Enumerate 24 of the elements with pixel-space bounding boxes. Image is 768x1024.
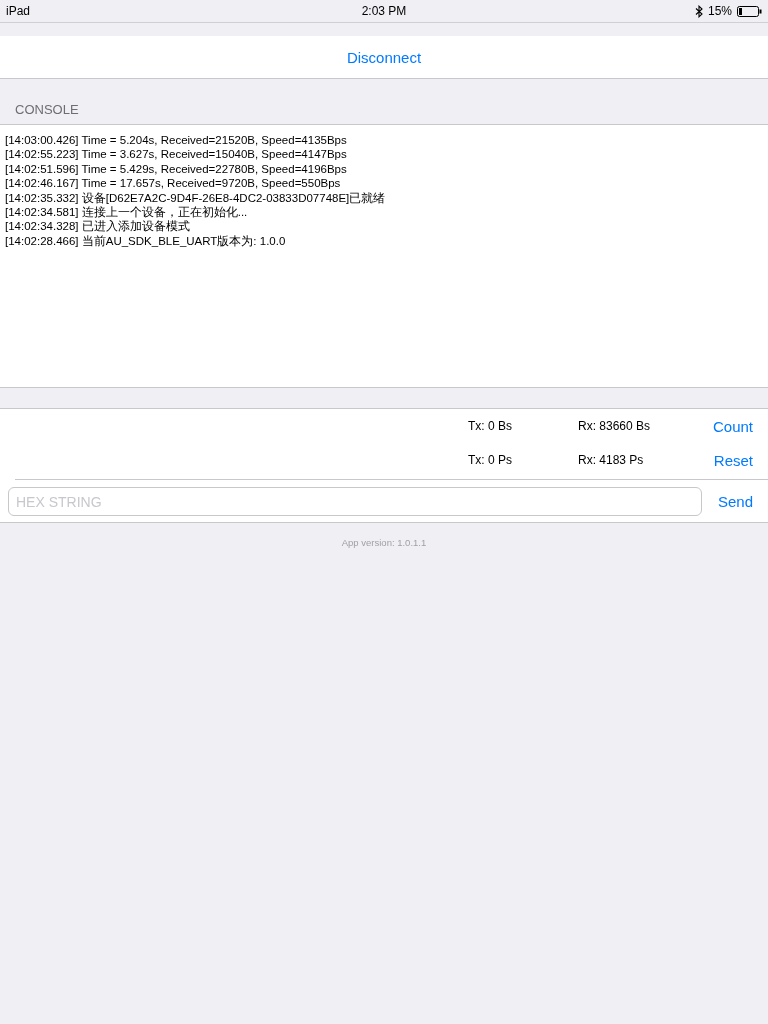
log-line: [14:02:51.596] Time = 5.429s, Received=22780B, Speed=4196Bps (5, 161, 348, 177)
send-button[interactable]: Send (717, 491, 753, 512)
log-line: [14:02:34.581] 连接上一个设备，正在初始化... (5, 205, 249, 220)
log-line: [14:03:00.426] Time = 5.204s, Received=21520B, Speed=4135Bps (5, 133, 348, 148)
tx-stat: Tx: 0 Ps (468, 453, 513, 467)
battery-percent: 15% (707, 4, 732, 18)
stat-button[interactable]: Count (712, 415, 753, 437)
battery-icon (737, 5, 762, 17)
log-line: [14:02:34.328] 已进入添加设备模式 (5, 219, 191, 234)
stat-button[interactable]: Reset (713, 449, 753, 471)
section-header: CONSOLE (15, 102, 79, 117)
log-line: [14:02:46.167] Time = 17.657s, Received=9720B, Speed=550Bps (5, 176, 342, 191)
hex-input-field[interactable]: HEX STRING (8, 487, 702, 516)
clock: 2:03 PM (361, 4, 407, 18)
device-name: iPad (6, 4, 31, 18)
log-line: [14:02:35.332] 设备[D62E7A2C-9D4F-26E8-4DC2-03833D07748E]已就绪 (5, 190, 387, 206)
bluetooth-icon (694, 4, 703, 18)
disconnect-button[interactable]: Disconnect (342, 46, 426, 68)
rx-stat: Rx: 4183 Ps (578, 453, 645, 467)
log-line: [14:02:28.466] 当前AU_SDK_BLE_UART版本为: 1.0.0 (5, 233, 287, 249)
log-line: [14:02:55.223] Time = 3.627s, Received=15040B, Speed=4147Bps (5, 147, 348, 162)
tx-stat: Tx: 0 Bs (468, 419, 513, 433)
version-label: App version: 1.0.1.1 (341, 537, 427, 548)
rx-stat: Rx: 83660 Bs (578, 419, 652, 433)
